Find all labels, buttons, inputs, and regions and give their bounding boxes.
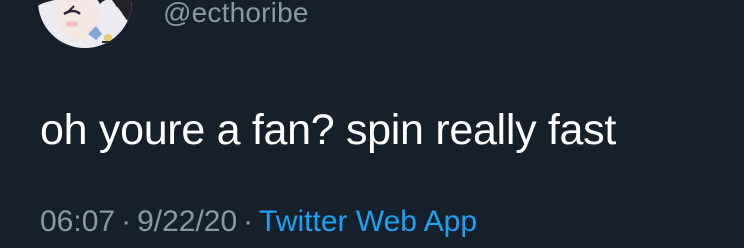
avatar-image	[38, 0, 132, 48]
separator: ·	[243, 205, 254, 238]
tweet-card: @ecthoribe oh youre a fan? spin really f…	[0, 0, 744, 248]
tweet-date[interactable]: 9/22/20	[137, 205, 237, 238]
avatar[interactable]	[38, 0, 132, 48]
user-handle[interactable]: @ecthoribe	[163, 0, 309, 29]
separator: ·	[121, 205, 132, 238]
tweet-text: oh youre a fan? spin really fast	[40, 106, 617, 154]
tweet-time[interactable]: 06:07	[40, 205, 115, 238]
tweet-source-link[interactable]: Twitter Web App	[259, 205, 477, 238]
tweet-meta: 06:07 · 9/22/20 · Twitter Web App	[40, 205, 477, 239]
